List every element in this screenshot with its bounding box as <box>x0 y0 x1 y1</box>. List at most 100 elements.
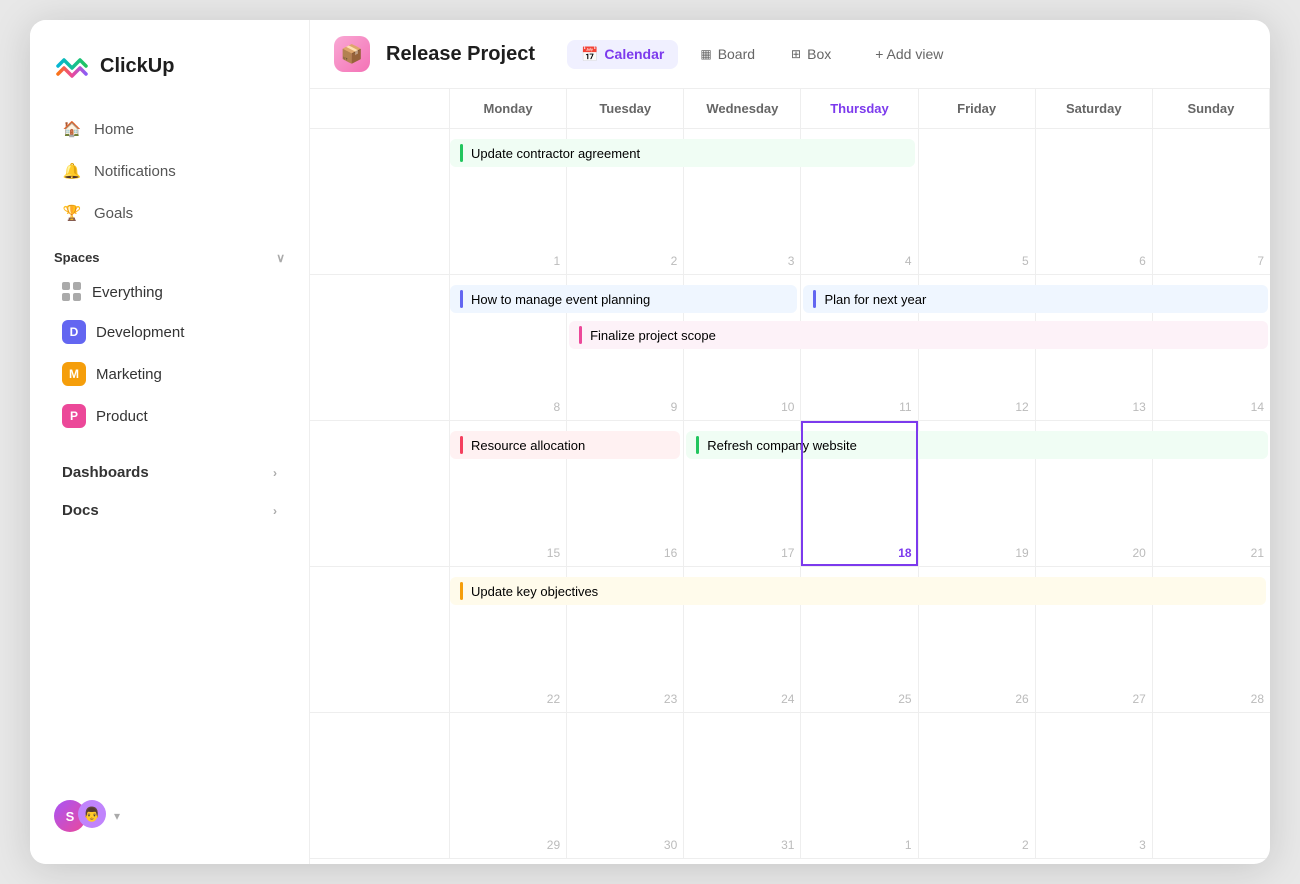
spaces-section-header: Spaces ∨ <box>30 234 309 273</box>
week5-cell-sat[interactable]: 3 <box>1036 713 1153 858</box>
trophy-icon: 🏆 <box>62 203 82 223</box>
event-label: Resource allocation <box>471 438 585 453</box>
event-label: Finalize project scope <box>590 328 716 343</box>
main-content: 📦 Release Project 📅 Calendar ▦ Board ⊞ B… <box>310 20 1270 864</box>
date-25: 25 <box>898 692 911 706</box>
date-7: 7 <box>1257 254 1264 268</box>
tab-box[interactable]: ⊞ Box <box>777 40 845 68</box>
project-title: Release Project <box>386 43 535 66</box>
date-1: 1 <box>553 254 560 268</box>
sidebar-item-marketing[interactable]: M Marketing <box>38 354 301 394</box>
tab-calendar[interactable]: 📅 Calendar <box>567 40 678 69</box>
date-2: 2 <box>671 254 678 268</box>
date-18: 18 <box>898 546 911 560</box>
user-dropdown-icon: ▾ <box>114 809 120 823</box>
date-9: 9 <box>671 400 678 414</box>
box-tab-label: Box <box>807 46 831 62</box>
date-31: 31 <box>781 838 794 852</box>
date-21: 21 <box>1251 546 1264 560</box>
sidebar-item-notifications[interactable]: 🔔 Notifications <box>38 151 301 191</box>
date-8: 8 <box>553 400 560 414</box>
date-13: 13 <box>1132 400 1145 414</box>
week2-label-cell <box>310 275 450 420</box>
sidebar-item-home-label: Home <box>94 121 134 138</box>
event-event-planning[interactable]: How to manage event planning <box>450 285 797 313</box>
sidebar: ClickUp 🏠 Home 🔔 Notifications 🏆 Goals S… <box>30 20 310 864</box>
marketing-icon: M <box>62 362 86 386</box>
event-plan-next-year[interactable]: Plan for next year <box>803 285 1268 313</box>
sidebar-item-product-label: Product <box>96 408 148 425</box>
add-view-button[interactable]: + Add view <box>861 40 957 68</box>
cal-header-wednesday: Wednesday <box>684 89 801 128</box>
sidebar-item-home[interactable]: 🏠 Home <box>38 109 301 149</box>
date-2b: 2 <box>1022 838 1029 852</box>
sidebar-item-product[interactable]: P Product <box>38 396 301 436</box>
ev-indicator <box>460 144 463 162</box>
bell-icon: 🔔 <box>62 161 82 181</box>
app-container: ClickUp 🏠 Home 🔔 Notifications 🏆 Goals S… <box>30 20 1270 864</box>
cal-header-monday: Monday <box>450 89 567 128</box>
date-12: 12 <box>1015 400 1028 414</box>
sidebar-item-development[interactable]: D Development <box>38 312 301 352</box>
date-10: 10 <box>781 400 794 414</box>
calendar-tab-icon: 📅 <box>581 46 598 63</box>
dashboards-label: Dashboards <box>62 464 149 481</box>
event-update-contractor[interactable]: Update contractor agreement <box>450 139 915 167</box>
home-icon: 🏠 <box>62 119 82 139</box>
week-2: 8 9 10 11 12 13 14 How to manage event p… <box>310 275 1270 421</box>
date-6: 6 <box>1139 254 1146 268</box>
week1-cell-sat[interactable]: 6 <box>1036 129 1153 274</box>
week5-cell-sun[interactable] <box>1153 713 1270 858</box>
week-3: 15 16 17 18 19 20 21 <box>310 421 1270 567</box>
calendar-tab-label: Calendar <box>604 46 664 62</box>
board-tab-label: Board <box>718 46 755 62</box>
sidebar-item-notifications-label: Notifications <box>94 163 176 180</box>
avatar-stack: S 👨 <box>54 800 106 832</box>
date-15: 15 <box>547 546 560 560</box>
event-refresh-website[interactable]: Refresh company website <box>686 431 1268 459</box>
date-5: 5 <box>1022 254 1029 268</box>
view-tabs: 📅 Calendar ▦ Board ⊞ Box <box>567 40 845 69</box>
cal-header-spacer <box>310 89 450 128</box>
date-20: 20 <box>1132 546 1145 560</box>
cal-header-sunday: Sunday <box>1153 89 1270 128</box>
top-bar: 📦 Release Project 📅 Calendar ▦ Board ⊞ B… <box>310 20 1270 89</box>
date-22: 22 <box>547 692 560 706</box>
dashboards-chevron-icon: › <box>273 466 277 480</box>
event-update-key-objectives[interactable]: Update key objectives <box>450 577 1266 605</box>
logo-area[interactable]: ClickUp <box>30 40 309 108</box>
sidebar-item-everything-label: Everything <box>92 284 163 301</box>
date-27: 27 <box>1132 692 1145 706</box>
event-label: How to manage event planning <box>471 292 650 307</box>
docs-chevron-icon: › <box>273 504 277 518</box>
date-26: 26 <box>1015 692 1028 706</box>
sidebar-item-dashboards[interactable]: Dashboards › <box>38 454 301 491</box>
week1-cell-fri[interactable]: 5 <box>919 129 1036 274</box>
date-30: 30 <box>664 838 677 852</box>
cal-header-tuesday: Tuesday <box>567 89 684 128</box>
event-finalize-scope[interactable]: Finalize project scope <box>569 321 1268 349</box>
spaces-chevron-icon[interactable]: ∨ <box>276 251 285 265</box>
week1-label-cell <box>310 129 450 274</box>
week5-cell-tue[interactable]: 30 <box>567 713 684 858</box>
week5-cell-wed[interactable]: 31 <box>684 713 801 858</box>
cal-header-thursday: Thursday <box>801 89 918 128</box>
date-4: 4 <box>905 254 912 268</box>
logo-text: ClickUp <box>100 55 174 78</box>
date-23: 23 <box>664 692 677 706</box>
user-area[interactable]: S 👨 ▾ <box>30 788 309 844</box>
week5-cell-thu[interactable]: 1 <box>801 713 918 858</box>
event-resource-allocation[interactable]: Resource allocation <box>450 431 680 459</box>
sidebar-item-docs[interactable]: Docs › <box>38 492 301 529</box>
product-icon: P <box>62 404 86 428</box>
tab-board[interactable]: ▦ Board <box>686 40 769 68</box>
week1-cell-sun[interactable]: 7 <box>1153 129 1270 274</box>
week5-cell-mon[interactable]: 29 <box>450 713 567 858</box>
sidebar-item-everything[interactable]: Everything <box>38 274 301 310</box>
week5-cell-fri[interactable]: 2 <box>919 713 1036 858</box>
sidebar-item-goals[interactable]: 🏆 Goals <box>38 193 301 233</box>
week-1: 1 2 3 4 5 6 7 Update contractor agreemen… <box>310 129 1270 275</box>
date-29: 29 <box>547 838 560 852</box>
docs-label: Docs <box>62 502 99 519</box>
date-14: 14 <box>1251 400 1264 414</box>
